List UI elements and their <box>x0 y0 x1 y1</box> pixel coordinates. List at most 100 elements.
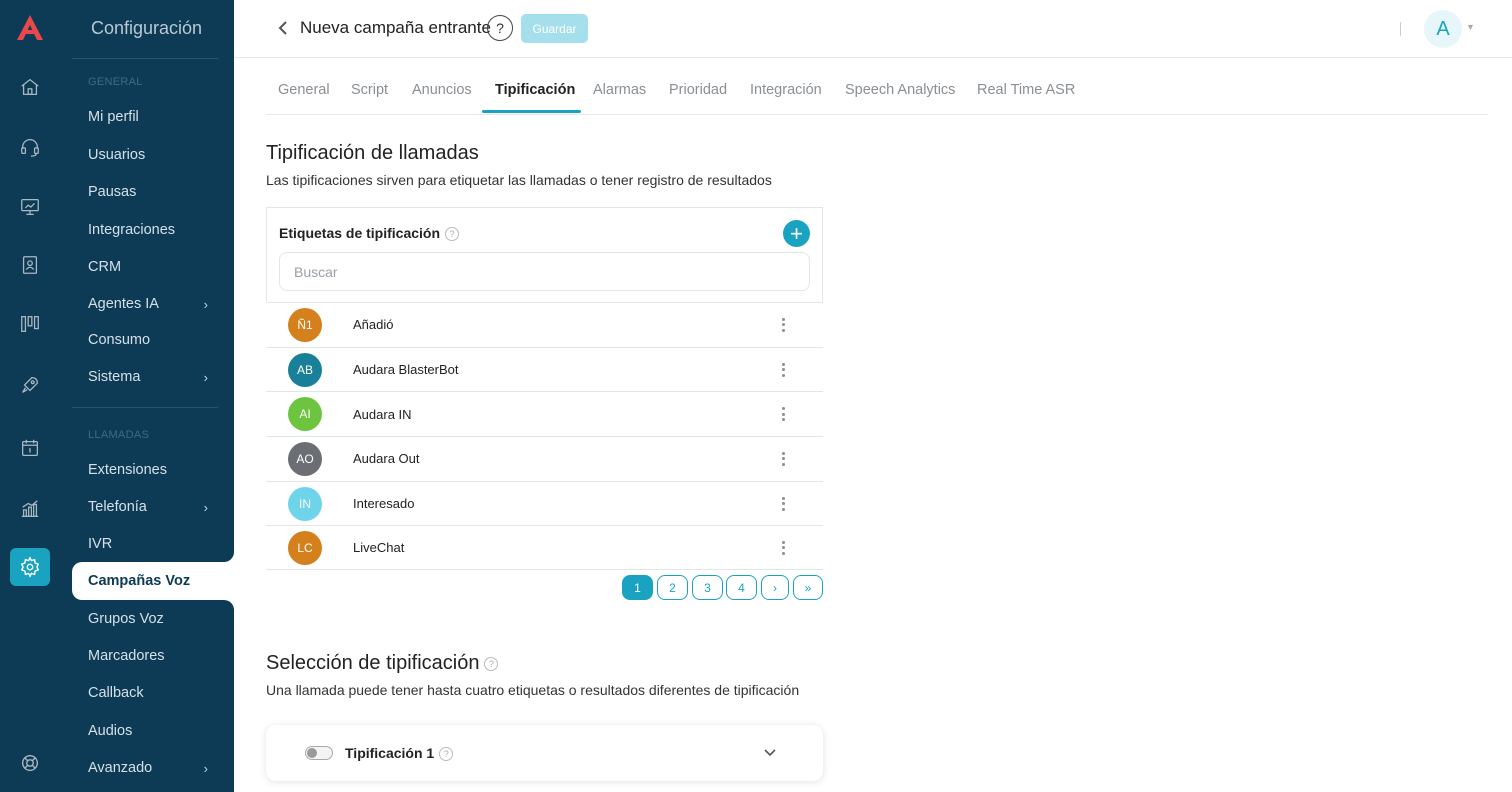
last-page-button[interactable]: » <box>793 575 823 600</box>
tab-speech-analytics[interactable]: Speech Analytics <box>845 82 955 98</box>
tab-real-time-asr[interactable]: Real Time ASR <box>977 82 1075 98</box>
sidebar-item-audios[interactable]: Audios <box>88 721 208 741</box>
list-item[interactable]: AB Audara BlasterBot <box>266 346 823 392</box>
settings-gear-icon[interactable] <box>10 548 50 586</box>
monitor-icon[interactable] <box>18 195 42 219</box>
sidebar-item-crm[interactable]: CRM <box>88 257 208 277</box>
list-item[interactable]: AI Audara IN <box>266 391 823 436</box>
tag-label: LiveChat <box>353 540 405 556</box>
save-button[interactable]: Guardar <box>521 14 588 43</box>
tag-avatar: AB <box>288 352 322 387</box>
sidebar-divider <box>72 407 218 408</box>
section-label-llamadas: LLAMADAS <box>88 429 150 441</box>
rocket-icon[interactable] <box>18 373 42 397</box>
sidebar-item-pausas[interactable]: Pausas <box>88 182 208 202</box>
more-options-icon[interactable] <box>778 449 788 469</box>
calendar-icon[interactable] <box>18 436 42 460</box>
user-avatar[interactable]: A <box>1424 10 1462 48</box>
sidebar-item-campanas-voz[interactable]: Campañas Voz <box>72 562 234 600</box>
tab-integracion[interactable]: Integración <box>750 82 822 98</box>
tag-label: Audara Out <box>353 451 420 467</box>
tag-label: Audara IN <box>353 406 412 422</box>
analytics-chart-icon[interactable] <box>18 497 42 521</box>
help-circle-icon[interactable]: ? <box>484 656 499 671</box>
sidebar-item-usuarios[interactable]: Usuarios <box>88 145 208 165</box>
page-button-3[interactable]: 3 <box>692 575 723 600</box>
section-subtitle-selection: Una llamada puede tener hasta cuatro eti… <box>266 682 800 698</box>
tag-label: Añadió <box>353 317 394 333</box>
chevron-down-icon[interactable] <box>762 745 778 761</box>
tab-alarmas[interactable]: Alarmas <box>593 82 646 98</box>
sidebar-item-marcadores[interactable]: Marcadores <box>88 646 208 666</box>
chevron-right-icon: › <box>203 369 208 385</box>
page-button-2[interactable]: 2 <box>657 575 688 600</box>
contacts-book-icon[interactable] <box>18 253 42 277</box>
tab-bar: General Script Anuncios Tipificación Ala… <box>266 74 1488 115</box>
active-tab-indicator <box>482 110 581 113</box>
more-options-icon[interactable] <box>778 494 788 514</box>
section-title-selection: Selección de tipificación? <box>266 652 499 675</box>
help-button[interactable]: ? <box>487 15 513 41</box>
sidebar-item-callback[interactable]: Callback <box>88 683 208 703</box>
more-options-icon[interactable] <box>778 404 788 424</box>
search-input[interactable] <box>279 252 810 291</box>
sidebar-item-sistema[interactable]: Sistema › <box>88 367 208 387</box>
tags-list: Ñ1 Añadió AB Audara BlasterBot AI Audara… <box>266 302 823 571</box>
sidebar-item-agentes-ia[interactable]: Agentes IA › <box>88 294 208 314</box>
header-divider <box>1400 22 1401 36</box>
tag-avatar: AI <box>288 397 322 432</box>
tab-script[interactable]: Script <box>351 82 388 98</box>
accordion-title: Tipificación 1? <box>345 745 454 762</box>
help-circle-icon[interactable]: ? <box>439 747 454 762</box>
sidebar-item-grupos-voz[interactable]: Grupos Voz <box>88 609 208 629</box>
sidebar-item-ivr[interactable]: IVR <box>88 534 208 554</box>
support-lifebuoy-icon[interactable] <box>18 751 42 775</box>
kanban-icon[interactable] <box>18 312 42 336</box>
page-button-1[interactable]: 1 <box>622 575 653 600</box>
back-arrow-icon[interactable] <box>274 18 292 38</box>
sidebar-divider <box>72 58 218 59</box>
sidebar-item-extensiones[interactable]: Extensiones <box>88 460 208 480</box>
more-options-icon[interactable] <box>778 315 788 335</box>
tag-label: Audara BlasterBot <box>353 362 459 378</box>
section-subtitle-typing: Las tipificaciones sirven para etiquetar… <box>266 172 772 188</box>
chevron-right-icon: › <box>203 499 208 515</box>
app-logo-icon[interactable] <box>14 12 46 44</box>
settings-sidebar: Configuración GENERAL Mi perfil Usuarios… <box>60 0 234 792</box>
sidebar-title: Configuración <box>91 18 203 38</box>
list-item[interactable]: AO Audara Out <box>266 436 823 481</box>
typing-1-toggle[interactable] <box>305 746 333 760</box>
help-circle-icon[interactable]: ? <box>445 227 460 242</box>
caret-down-icon[interactable]: ▼ <box>1466 22 1475 32</box>
section-label-general: GENERAL <box>88 76 143 88</box>
list-item[interactable]: IN Interesado <box>266 480 823 526</box>
tags-card: Etiquetas de tipificación? + <box>266 207 823 303</box>
home-icon[interactable] <box>18 75 42 99</box>
tag-label: Interesado <box>353 496 415 512</box>
sidebar-item-integraciones[interactable]: Integraciones <box>88 220 208 240</box>
add-tag-button[interactable]: + <box>783 220 810 247</box>
tab-anuncios[interactable]: Anuncios <box>412 82 472 98</box>
chevron-right-icon: › <box>203 296 208 312</box>
sidebar-item-mi-perfil[interactable]: Mi perfil <box>88 107 208 127</box>
tag-avatar: Ñ1 <box>288 307 322 342</box>
more-options-icon[interactable] <box>778 360 788 380</box>
tab-tipificacion[interactable]: Tipificación <box>495 82 575 98</box>
icon-rail <box>0 0 60 792</box>
next-page-button[interactable]: › <box>761 575 789 600</box>
list-item[interactable]: Ñ1 Añadió <box>266 302 823 347</box>
page-title: Nueva campaña entrante <box>300 18 491 37</box>
typing-accordion-1[interactable]: Tipificación 1? <box>266 725 823 781</box>
page-button-4[interactable]: 4 <box>726 575 757 600</box>
tab-general[interactable]: General <box>278 82 330 98</box>
tab-prioridad[interactable]: Prioridad <box>669 82 727 98</box>
sidebar-item-consumo[interactable]: Consumo <box>88 330 208 350</box>
active-item-curve <box>224 600 234 610</box>
tag-avatar: AO <box>288 441 322 476</box>
sidebar-item-telefonia[interactable]: Telefonía › <box>88 497 208 517</box>
sidebar-item-avanzado[interactable]: Avanzado › <box>88 758 208 778</box>
headset-icon[interactable] <box>18 135 42 159</box>
list-item[interactable]: LC LiveChat <box>266 525 823 571</box>
more-options-icon[interactable] <box>778 538 788 558</box>
page-header: Nueva campaña entrante ? Guardar A ▼ <box>234 0 1512 58</box>
